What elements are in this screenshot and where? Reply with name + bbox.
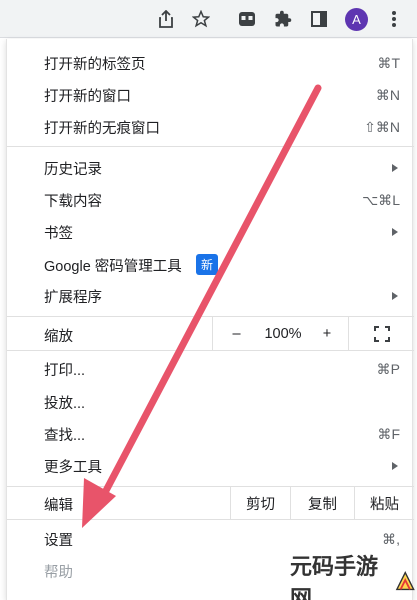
menu-item-label: 打开新的标签页	[44, 56, 146, 73]
menu-item-label: 投放...	[44, 395, 86, 412]
new-badge: 新	[196, 254, 218, 275]
edit-label: 编辑	[44, 498, 73, 514]
watermark: 元码手游网	[290, 554, 415, 600]
watermark-logo-icon	[395, 571, 415, 591]
zoom-out-button[interactable]: –	[212, 317, 260, 350]
star-icon[interactable]	[190, 8, 212, 30]
zoom-value: 100%	[264, 325, 302, 342]
plus-icon: +	[322, 325, 332, 342]
cut-label: 剪切	[246, 496, 275, 513]
menu-item-label: 历史记录	[44, 161, 102, 178]
divider	[7, 146, 414, 147]
zoom-in-button[interactable]: +	[306, 317, 348, 350]
menu-item-label: 书签	[44, 225, 73, 242]
menu-item-label: 扩展程序	[44, 289, 102, 306]
more-vert-icon[interactable]	[383, 8, 405, 30]
shortcut-text: ⌘P	[376, 360, 400, 377]
browser-toolbar: A	[0, 0, 417, 38]
extension-tab-icon[interactable]	[236, 8, 258, 30]
paste-button[interactable]: 粘贴	[354, 487, 414, 519]
menu-item-history[interactable]: 历史记录	[7, 152, 414, 184]
menu-item-label: 查找...	[44, 427, 86, 444]
menu-item-more-tools[interactable]: 更多工具	[7, 450, 414, 482]
copy-label: 复制	[308, 496, 337, 513]
share-icon[interactable]	[155, 8, 177, 30]
menu-item-new-incognito[interactable]: 打开新的无痕窗口 ⇧⌘N	[7, 111, 414, 143]
zoom-row: 缩放 – 100% +	[7, 317, 414, 350]
fullscreen-button[interactable]	[348, 317, 414, 350]
shortcut-text: ⌘F	[377, 425, 400, 442]
menu-item-downloads[interactable]: 下载内容 ⌥⌘L	[7, 184, 414, 216]
menu-item-new-window[interactable]: 打开新的窗口 ⌘N	[7, 79, 414, 111]
shortcut-text: ⇧⌘N	[364, 118, 400, 135]
menu-item-label: 更多工具	[44, 459, 102, 476]
divider	[7, 350, 414, 351]
shortcut-text: ⌘T	[377, 54, 400, 71]
minus-icon: –	[232, 325, 241, 342]
submenu-arrow-icon	[392, 292, 398, 300]
menu-item-find[interactable]: 查找... ⌘F	[7, 418, 414, 450]
zoom-label: 缩放	[44, 329, 73, 345]
paste-label: 粘贴	[370, 496, 399, 513]
menu-item-label: 设置	[44, 532, 73, 549]
menu-item-label: 打开新的无痕窗口	[44, 120, 160, 137]
copy-button[interactable]: 复制	[290, 487, 354, 519]
shortcut-text: ⌘,	[382, 530, 400, 547]
chrome-main-menu: 打开新的标签页 ⌘T 打开新的窗口 ⌘N 打开新的无痕窗口 ⇧⌘N 历史记录 下…	[6, 39, 414, 600]
fullscreen-icon	[373, 325, 390, 342]
submenu-arrow-icon	[392, 228, 398, 236]
shortcut-text: ⌘N	[375, 86, 400, 103]
menu-item-label: 下载内容	[44, 193, 102, 210]
cut-button[interactable]: 剪切	[230, 487, 290, 519]
menu-item-password-manager[interactable]: Google 密码管理工具 新	[7, 249, 414, 281]
menu-item-bookmarks[interactable]: 书签	[7, 216, 414, 248]
sidepanel-icon[interactable]	[308, 8, 330, 30]
shortcut-text: ⌥⌘L	[362, 191, 400, 208]
puzzle-icon[interactable]	[272, 8, 294, 30]
submenu-arrow-icon	[392, 462, 398, 470]
submenu-arrow-icon	[392, 164, 398, 172]
menu-item-label: 帮助	[44, 564, 73, 581]
menu-item-extensions[interactable]: 扩展程序	[7, 280, 414, 312]
edit-row: 编辑 剪切 复制 粘贴	[7, 487, 414, 519]
watermark-text: 元码手游网	[290, 554, 379, 600]
menu-item-label: 打开新的窗口	[44, 88, 131, 105]
menu-item-label: 打印...	[44, 362, 86, 379]
menu-item-cast[interactable]: 投放...	[7, 386, 414, 418]
divider	[7, 519, 414, 520]
menu-item-new-tab[interactable]: 打开新的标签页 ⌘T	[7, 47, 414, 79]
menu-item-print[interactable]: 打印... ⌘P	[7, 353, 414, 385]
menu-item-label: Google 密码管理工具	[44, 258, 182, 275]
profile-avatar[interactable]: A	[345, 8, 368, 31]
zoom-level: 100%	[260, 317, 306, 350]
